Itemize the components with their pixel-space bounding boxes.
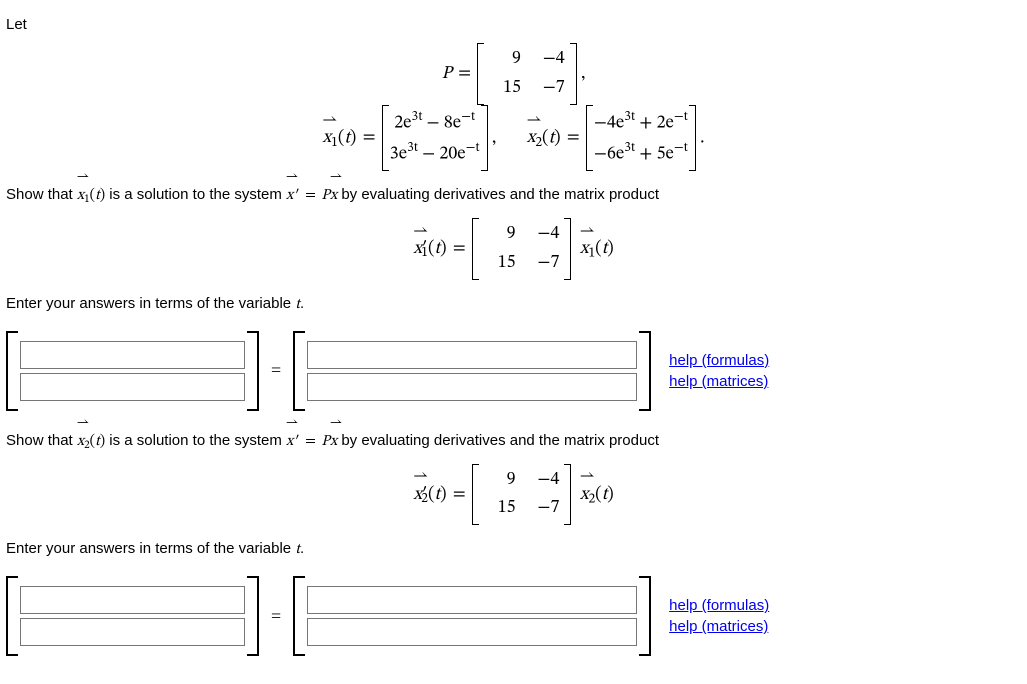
- eq1-r1c2: −4: [524, 220, 564, 249]
- lhs1-input-1[interactable]: [20, 341, 245, 369]
- show2-text: Show that ⇀x2(t) is a solution to the sy…: [6, 429, 1021, 454]
- x1-prime-eq: ⇀x′1(t) = 9 −4 15 −7 ⇀x1(t): [6, 218, 1021, 280]
- x2-r2b: + 5e: [635, 145, 674, 163]
- x1-r2b: − 20e: [418, 145, 466, 163]
- help-formulas-link-1[interactable]: help (formulas): [669, 352, 769, 369]
- help-links-1: help (formulas) help (matrices): [669, 352, 769, 390]
- x1-sym: ⇀x: [323, 127, 332, 150]
- intro-text: Let: [6, 16, 1021, 33]
- lhs1-input-2[interactable]: [20, 373, 245, 401]
- x2-r1exp2: −t: [674, 111, 688, 124]
- defs-block: P = 9 −4 15 −7 , ⇀x1(t) = 2e3t − 8e−t 3e…: [6, 43, 1021, 171]
- x1-r2a: 3e: [390, 145, 407, 163]
- P-r2c2: −7: [529, 74, 569, 103]
- P-r1c1: 9: [485, 45, 525, 74]
- hint2: Enter your answers in terms of the varia…: [6, 537, 1021, 562]
- eq2-r1c1: 9: [480, 466, 520, 495]
- rhs2-input-1[interactable]: [307, 586, 637, 614]
- answer-row-2: = help (formulas) help (matrices): [6, 576, 1021, 656]
- show2-post: by evaluating derivatives and the matrix…: [341, 432, 659, 449]
- eq-sign: =: [456, 65, 473, 83]
- P-matrix: 9 −4 15 −7: [477, 43, 576, 105]
- help-matrices-link-2[interactable]: help (matrices): [669, 618, 769, 635]
- x2-r2a: −6e: [594, 145, 624, 163]
- rhs-matrix-1: [293, 331, 651, 411]
- hint2-period: .: [300, 540, 304, 557]
- hint1: Enter your answers in terms of the varia…: [6, 292, 1021, 317]
- x2-prime-eq: ⇀x′2(t) = 9 −4 15 −7 ⇀x2(t): [6, 464, 1021, 526]
- P-r1c2: −4: [529, 45, 569, 74]
- x2-r1exp: 3t: [624, 111, 635, 124]
- x1-r1a: 2e: [394, 114, 411, 132]
- period: .: [700, 129, 704, 147]
- eq-sign-x2: =: [565, 129, 582, 147]
- lhs2-input-2[interactable]: [20, 618, 245, 646]
- x1-r2exp2: −t: [466, 142, 480, 155]
- hint1-text: Enter your answers in terms of the varia…: [6, 295, 295, 312]
- x1-r2exp: 3t: [407, 142, 418, 155]
- eq1-r2c1: 15: [480, 249, 520, 278]
- show1-text: Show that ⇀x1(t) is a solution to the sy…: [6, 183, 1021, 208]
- show2-mid: is a solution to the system: [109, 432, 286, 449]
- x1-matrix: 2e3t − 8e−t 3e3t − 20e−t: [382, 105, 488, 171]
- P-label: P: [442, 65, 452, 83]
- eq1-r2c2: −7: [524, 249, 564, 278]
- eq-sign-ans1: =: [267, 360, 285, 381]
- P-r2c1: 15: [485, 74, 525, 103]
- show2-pre: Show that: [6, 432, 77, 449]
- show1-pre: Show that: [6, 186, 77, 203]
- x2-matrix: −4e3t + 2e−t −6e3t + 5e−t: [586, 105, 696, 171]
- x2-r2exp2: −t: [674, 142, 688, 155]
- help-links-2: help (formulas) help (matrices): [669, 597, 769, 635]
- lhs-matrix-2: [6, 576, 259, 656]
- eq2-r2c1: 15: [480, 494, 520, 523]
- eq1-r1c1: 9: [480, 220, 520, 249]
- help-matrices-link-1[interactable]: help (matrices): [669, 373, 769, 390]
- show1-post: by evaluating derivatives and the matrix…: [341, 186, 659, 203]
- lhs2-input-1[interactable]: [20, 586, 245, 614]
- hint1-period: .: [300, 295, 304, 312]
- x1-r1exp: 3t: [412, 111, 423, 124]
- x2-sym: ⇀x: [527, 127, 536, 150]
- x2-r1a: −4e: [594, 114, 624, 132]
- rhs2-input-2[interactable]: [307, 618, 637, 646]
- comma-2: ,: [492, 129, 496, 147]
- help-formulas-link-2[interactable]: help (formulas): [669, 597, 769, 614]
- x1-r1exp2: −t: [461, 111, 475, 124]
- eq2-r2c2: −7: [524, 494, 564, 523]
- lhs-matrix-1: [6, 331, 259, 411]
- show1-mid: is a solution to the system: [109, 186, 286, 203]
- eq-sign-ans2: =: [267, 606, 285, 627]
- hint2-text: Enter your answers in terms of the varia…: [6, 540, 295, 557]
- comma: ,: [581, 65, 585, 83]
- rhs1-input-1[interactable]: [307, 341, 637, 369]
- eq2-r1c2: −4: [524, 466, 564, 495]
- answer-row-1: = help (formulas) help (matrices): [6, 331, 1021, 411]
- x2-r2exp: 3t: [624, 142, 635, 155]
- x2-r1b: + 2e: [635, 114, 674, 132]
- x1-r1b: − 8e: [422, 114, 461, 132]
- rhs1-input-2[interactable]: [307, 373, 637, 401]
- eq-sign-x1: =: [361, 129, 378, 147]
- rhs-matrix-2: [293, 576, 651, 656]
